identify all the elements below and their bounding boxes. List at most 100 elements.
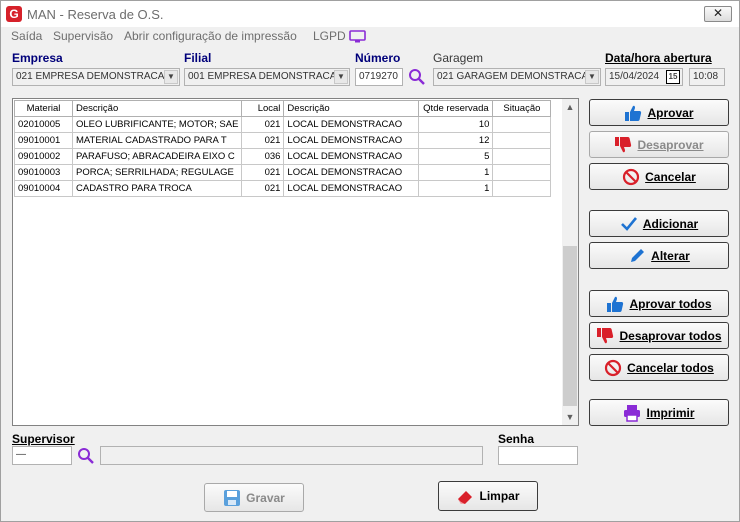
- cell-local: 021: [241, 132, 285, 149]
- cell-descricao: PORCA; SERRILHADA; REGULAGE: [71, 164, 243, 181]
- senha-label: Senha: [498, 432, 535, 446]
- supervisor-label: Supervisor: [12, 432, 75, 446]
- cancelar-label: Cancelar: [645, 169, 696, 184]
- title-bar: G MAN - Reserva de O.S. ✕: [1, 1, 739, 27]
- grid-vertical-scrollbar[interactable]: ▲ ▼: [562, 99, 578, 425]
- scroll-down-icon[interactable]: ▼: [562, 409, 578, 425]
- aprovar-todos-button[interactable]: Aprovar todos: [589, 290, 729, 317]
- scrollbar-thumb[interactable]: [563, 246, 577, 406]
- search-icon[interactable]: [77, 447, 95, 465]
- cell-qtde: 1: [418, 164, 494, 181]
- adicionar-label: Adicionar: [642, 216, 699, 231]
- menu-saida[interactable]: Saída: [11, 29, 42, 43]
- cell-material: 09010003: [14, 164, 73, 181]
- cell-local: 036: [241, 148, 285, 165]
- chevron-down-icon[interactable]: ▼: [164, 70, 178, 84]
- monitor-icon[interactable]: [349, 30, 366, 43]
- scroll-up-icon[interactable]: ▲: [562, 99, 578, 115]
- desaprovar-todos-label: Desaprovar todos: [619, 328, 722, 343]
- cell-qtde: 12: [418, 132, 494, 149]
- table-row[interactable]: 09010002 PARAFUSO; ABRACADEIRA EIXO C 03…: [14, 148, 552, 165]
- empresa-dropdown[interactable]: 021 EMPRESA DEMONSTRACAO ▼: [12, 68, 180, 86]
- data-value: 15/04/2024: [609, 71, 660, 82]
- filial-value: 001 EMPRESA DEMONSTRACAO: [188, 71, 345, 82]
- cell-local: 021: [241, 180, 285, 197]
- aprovar-todos-label: Aprovar todos: [629, 296, 712, 311]
- col-header-situacao[interactable]: Situação: [492, 100, 552, 117]
- cell-local: 021: [241, 116, 285, 133]
- filial-dropdown[interactable]: 001 EMPRESA DEMONSTRACAO ▼: [184, 68, 350, 86]
- table-row[interactable]: 09010004 CADASTRO PARA TROCA 021 LOCAL D…: [14, 180, 552, 197]
- cell-situacao: [492, 164, 552, 181]
- aprovar-button[interactable]: Aprovar: [589, 99, 729, 126]
- cell-qtde: 1: [418, 180, 494, 197]
- cancelar-todos-button[interactable]: Cancelar todos: [589, 354, 729, 381]
- col-header-descricao[interactable]: Descrição: [71, 100, 243, 117]
- menu-supervisao[interactable]: Supervisão: [53, 29, 113, 43]
- reserva-os-window: G MAN - Reserva de O.S. ✕ Saída Supervis…: [0, 0, 740, 522]
- cell-descricao-local: LOCAL DEMONSTRACAO: [283, 132, 420, 149]
- cell-material: 09010001: [14, 132, 73, 149]
- menu-lgpd[interactable]: LGPD: [313, 29, 346, 43]
- pencil-icon: [631, 248, 645, 262]
- search-icon[interactable]: [408, 68, 426, 86]
- menu-bar: Saída Supervisão Abrir configuração de i…: [1, 27, 739, 47]
- cell-local: 021: [241, 164, 285, 181]
- cell-situacao: [492, 180, 552, 197]
- cell-material: 09010004: [14, 180, 73, 197]
- data-abertura-field[interactable]: 15/04/2024 15: [605, 68, 683, 86]
- reservas-grid: Material Descrição Local Descrição Qtde …: [12, 98, 579, 426]
- imprimir-button[interactable]: Imprimir: [589, 399, 729, 426]
- cell-situacao: [492, 116, 552, 133]
- table-row[interactable]: 09010003 PORCA; SERRILHADA; REGULAGE 021…: [14, 164, 552, 181]
- imprimir-label: Imprimir: [646, 405, 695, 420]
- thumbs-down-icon: [597, 327, 614, 343]
- supervisor-code-value: —: [16, 449, 26, 460]
- senha-input[interactable]: [498, 446, 578, 465]
- cancelar-button[interactable]: Cancelar: [589, 163, 729, 190]
- cell-descricao-local: LOCAL DEMONSTRACAO: [283, 116, 420, 133]
- table-row[interactable]: 09010001 MATERIAL CADASTRADO PARA T 021 …: [14, 132, 552, 149]
- cell-descricao: OLEO LUBRIFICANTE; MOTOR; SAE: [71, 116, 243, 133]
- alterar-button[interactable]: Alterar: [589, 242, 729, 269]
- supervisor-code-input[interactable]: —: [12, 446, 72, 465]
- filial-label: Filial: [184, 51, 212, 65]
- col-header-qtde-reservada[interactable]: Qtde reservada: [418, 100, 494, 117]
- cell-descricao-local: LOCAL DEMONSTRACAO: [283, 148, 420, 165]
- desaprovar-todos-button[interactable]: Desaprovar todos: [589, 322, 729, 349]
- chevron-down-icon[interactable]: ▼: [334, 70, 348, 84]
- limpar-label: Limpar: [479, 489, 520, 503]
- cell-descricao: PARAFUSO; ABRACADEIRA EIXO C: [71, 148, 243, 165]
- table-row[interactable]: 02010005 OLEO LUBRIFICANTE; MOTOR; SAE 0…: [14, 116, 552, 133]
- gravar-button[interactable]: Gravar: [204, 483, 304, 512]
- table-header: Material Descrição Local Descrição Qtde …: [14, 100, 552, 117]
- thumbs-up-icon: [625, 105, 642, 121]
- cell-descricao-local: LOCAL DEMONSTRACAO: [283, 164, 420, 181]
- floppy-disk-icon: [224, 489, 241, 506]
- chevron-down-icon[interactable]: ▼: [585, 70, 599, 84]
- hora-abertura-field[interactable]: 10:08: [689, 68, 725, 86]
- menu-abrir-config-impressao[interactable]: Abrir configuração de impressão: [124, 29, 297, 43]
- col-header-local[interactable]: Local: [241, 100, 285, 117]
- limpar-button[interactable]: Limpar: [438, 481, 538, 511]
- col-header-descricao-local[interactable]: Descrição: [283, 100, 420, 117]
- cancel-icon: [605, 359, 622, 376]
- empresa-label: Empresa: [12, 51, 63, 65]
- numero-input[interactable]: 0719270: [355, 68, 403, 86]
- thumbs-up-icon: [607, 296, 624, 312]
- eraser-icon: [458, 491, 473, 504]
- adicionar-button[interactable]: Adicionar: [589, 210, 729, 237]
- garagem-value: 021 GARAGEM DEMONSTRACAO: [437, 71, 596, 82]
- cell-material: 02010005: [14, 116, 73, 133]
- alterar-label: Alterar: [651, 248, 690, 263]
- app-logo-icon: G: [6, 6, 22, 22]
- garagem-dropdown[interactable]: 021 GARAGEM DEMONSTRACAO ▼: [433, 68, 601, 86]
- cancel-icon: [623, 168, 640, 185]
- printer-icon: [624, 404, 641, 422]
- calendar-icon[interactable]: 15: [666, 70, 680, 84]
- data-hora-label: Data/hora abertura: [605, 51, 712, 65]
- close-button[interactable]: ✕: [704, 6, 732, 22]
- desaprovar-button[interactable]: Desaprovar: [589, 131, 729, 158]
- checkmark-icon: [620, 216, 637, 231]
- col-header-material[interactable]: Material: [14, 100, 73, 117]
